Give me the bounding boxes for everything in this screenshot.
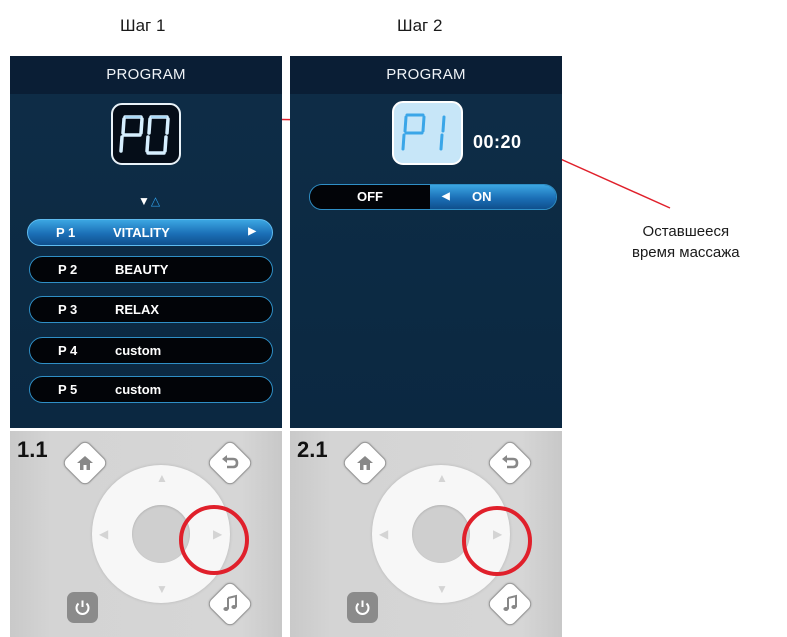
power-button[interactable] [67, 592, 98, 623]
callout-line-2: время массажа [632, 244, 740, 261]
program-number: P 2 [58, 262, 78, 277]
program-name: custom [115, 382, 162, 397]
segment-display-p1 [401, 113, 446, 151]
on-off-toggle[interactable]: OFF ◀ ON [309, 184, 557, 210]
remote-step-tag: 2.1 [297, 437, 328, 462]
scroll-down-icon[interactable]: ▼ [138, 194, 151, 208]
home-icon [357, 456, 373, 470]
callout-remaining-time: Оставшееся время массажа [632, 221, 740, 263]
remote-control-step2: 2.1 ▲ ▼ ◀ ▶ [290, 431, 562, 637]
segment-display-p0 [119, 115, 170, 155]
program-number: P 5 [58, 382, 78, 397]
music-note-icon [503, 594, 517, 611]
screen-title: PROGRAM [290, 56, 562, 94]
callout-line-1: Оставшееся [642, 223, 730, 240]
home-button[interactable] [340, 438, 390, 488]
music-button[interactable] [485, 579, 535, 629]
power-icon [355, 600, 370, 615]
back-arrow-icon [502, 455, 519, 469]
program-name: VITALITY [113, 225, 170, 240]
program-screen-step2: PROGRAM 00:20 OFF ◀ ON [290, 56, 562, 428]
music-note-icon [223, 594, 237, 611]
dpad-up-icon[interactable]: ▲ [156, 471, 168, 485]
scroll-indicator: ▼△ [138, 194, 161, 208]
program-number: P 4 [58, 343, 78, 358]
highlight-ring [462, 506, 532, 576]
remaining-time: 00:20 [473, 132, 522, 152]
program-row-p1[interactable]: P 1 VITALITY ▶ [27, 219, 273, 246]
dpad-left-icon[interactable]: ◀ [379, 527, 388, 541]
back-button[interactable] [205, 438, 255, 488]
highlight-ring [179, 505, 249, 575]
program-name: RELAX [115, 302, 160, 317]
program-number: P 3 [58, 302, 78, 317]
program-code-display [392, 101, 463, 165]
program-number: P 1 [56, 225, 76, 240]
music-button[interactable] [205, 579, 255, 629]
back-arrow-icon [222, 455, 239, 469]
dpad-up-icon[interactable]: ▲ [436, 471, 448, 485]
program-screen-step1: PROGRAM ▼△ P 1 VITALITY ▶ P 2 BEAUTY P 3… [10, 56, 282, 428]
dpad-center-button[interactable] [412, 505, 470, 563]
program-row-p5[interactable]: P 5 custom [29, 376, 273, 403]
program-row-p3[interactable]: P 3 RELAX [29, 296, 273, 323]
remote-control-step1: 1.1 ▲ ▼ ◀ ▶ [10, 431, 282, 637]
screen-title: PROGRAM [10, 56, 282, 94]
power-icon [75, 600, 90, 615]
toggle-on-label: ON [472, 189, 492, 204]
dpad-down-icon[interactable]: ▼ [156, 582, 168, 596]
toggle-on-option[interactable]: ◀ ON [430, 185, 556, 209]
program-name: custom [115, 343, 162, 358]
dpad-down-icon[interactable]: ▼ [436, 582, 448, 596]
play-icon: ▶ [248, 226, 256, 237]
scroll-up-icon[interactable]: △ [151, 194, 161, 208]
program-row-p4[interactable]: P 4 custom [29, 337, 273, 364]
program-code-display [111, 103, 181, 165]
back-button[interactable] [485, 438, 535, 488]
toggle-off-option[interactable]: OFF [310, 185, 430, 209]
left-triangle-icon: ◀ [442, 191, 450, 202]
callout-line [546, 152, 671, 209]
power-button[interactable] [347, 592, 378, 623]
home-icon [77, 456, 93, 470]
remote-step-tag: 1.1 [17, 437, 48, 462]
home-button[interactable] [60, 438, 110, 488]
program-name: BEAUTY [115, 262, 169, 277]
program-row-p2[interactable]: P 2 BEAUTY [29, 256, 273, 283]
dpad-left-icon[interactable]: ◀ [99, 527, 108, 541]
